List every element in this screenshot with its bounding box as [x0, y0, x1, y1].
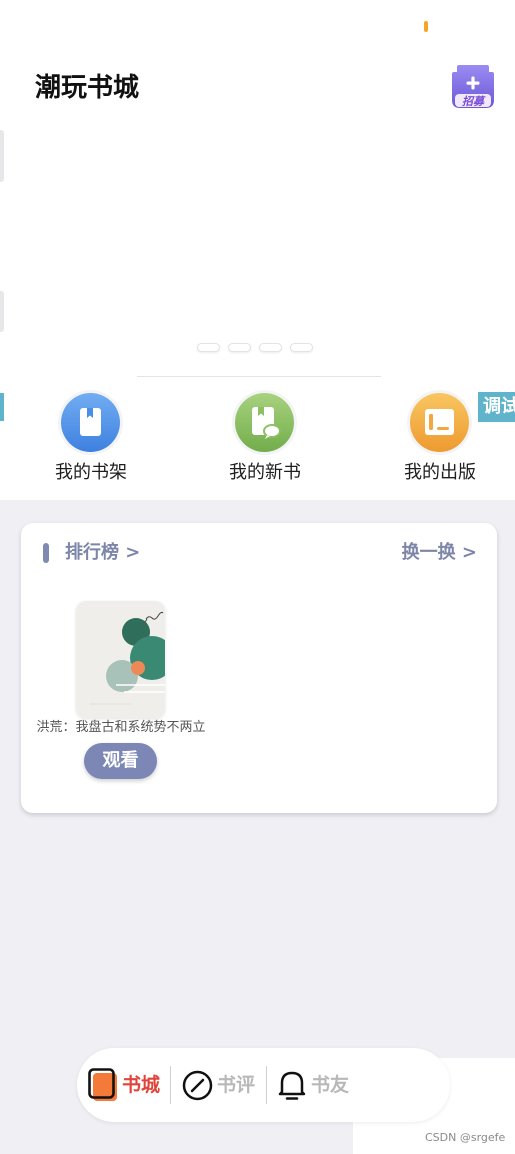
ranking-card: 排行榜 > 换一换 > 洪荒：我盘古和系统势不两立 观看 [21, 523, 497, 813]
carousel-dots [0, 343, 515, 353]
bell-icon[interactable] [278, 1070, 306, 1105]
tab-bar: 书城 书评 书友 [77, 1048, 450, 1122]
carousel-dot[interactable] [197, 343, 220, 352]
ranking-title-link[interactable]: 排行榜 > [65, 541, 140, 565]
section-accent-bar [43, 543, 49, 563]
carousel-banner[interactable] [0, 120, 515, 340]
carousel-dot[interactable] [290, 343, 313, 352]
page-title: 潮玩书城 [35, 73, 140, 103]
shortcut-label: 我的新书 [229, 462, 301, 483]
compass-icon[interactable] [182, 1070, 213, 1105]
shortcut-new-book[interactable]: 我的新书 [200, 390, 330, 490]
divider [137, 376, 381, 377]
publish-icon [410, 393, 469, 452]
watch-button[interactable]: 观看 [84, 743, 157, 779]
book-icon[interactable] [88, 1068, 118, 1106]
new-book-icon [235, 393, 294, 452]
teal-edge [0, 393, 4, 421]
recruit-button[interactable]: 招募 [452, 64, 494, 110]
tab-friends[interactable]: 书友 [311, 1073, 349, 1097]
refresh-button[interactable]: 换一换 > [402, 541, 477, 565]
carousel-dot[interactable] [228, 343, 251, 352]
recruit-label: 招募 [462, 95, 486, 108]
tab-bookstore[interactable]: 书城 [122, 1073, 160, 1097]
shortcut-publish[interactable]: 我的出版 [375, 390, 505, 490]
carousel-dot[interactable] [259, 343, 282, 352]
watermark: CSDN @srgefe [425, 1131, 506, 1144]
recruit-house-plus-icon: 招募 [452, 65, 494, 108]
shortcut-bookshelf[interactable]: 我的书架 [26, 390, 156, 490]
shortcut-label: 我的书架 [55, 462, 127, 483]
shortcut-label: 我的出版 [404, 462, 476, 483]
orange-marker [424, 21, 428, 32]
tab-divider [266, 1066, 267, 1104]
book-cover[interactable] [76, 601, 165, 718]
tab-reviews[interactable]: 书评 [217, 1073, 255, 1097]
bookshelf-icon [61, 393, 120, 452]
book-title: 洪荒：我盘古和系统势不两立 [36, 720, 206, 735]
tab-divider [170, 1066, 171, 1104]
